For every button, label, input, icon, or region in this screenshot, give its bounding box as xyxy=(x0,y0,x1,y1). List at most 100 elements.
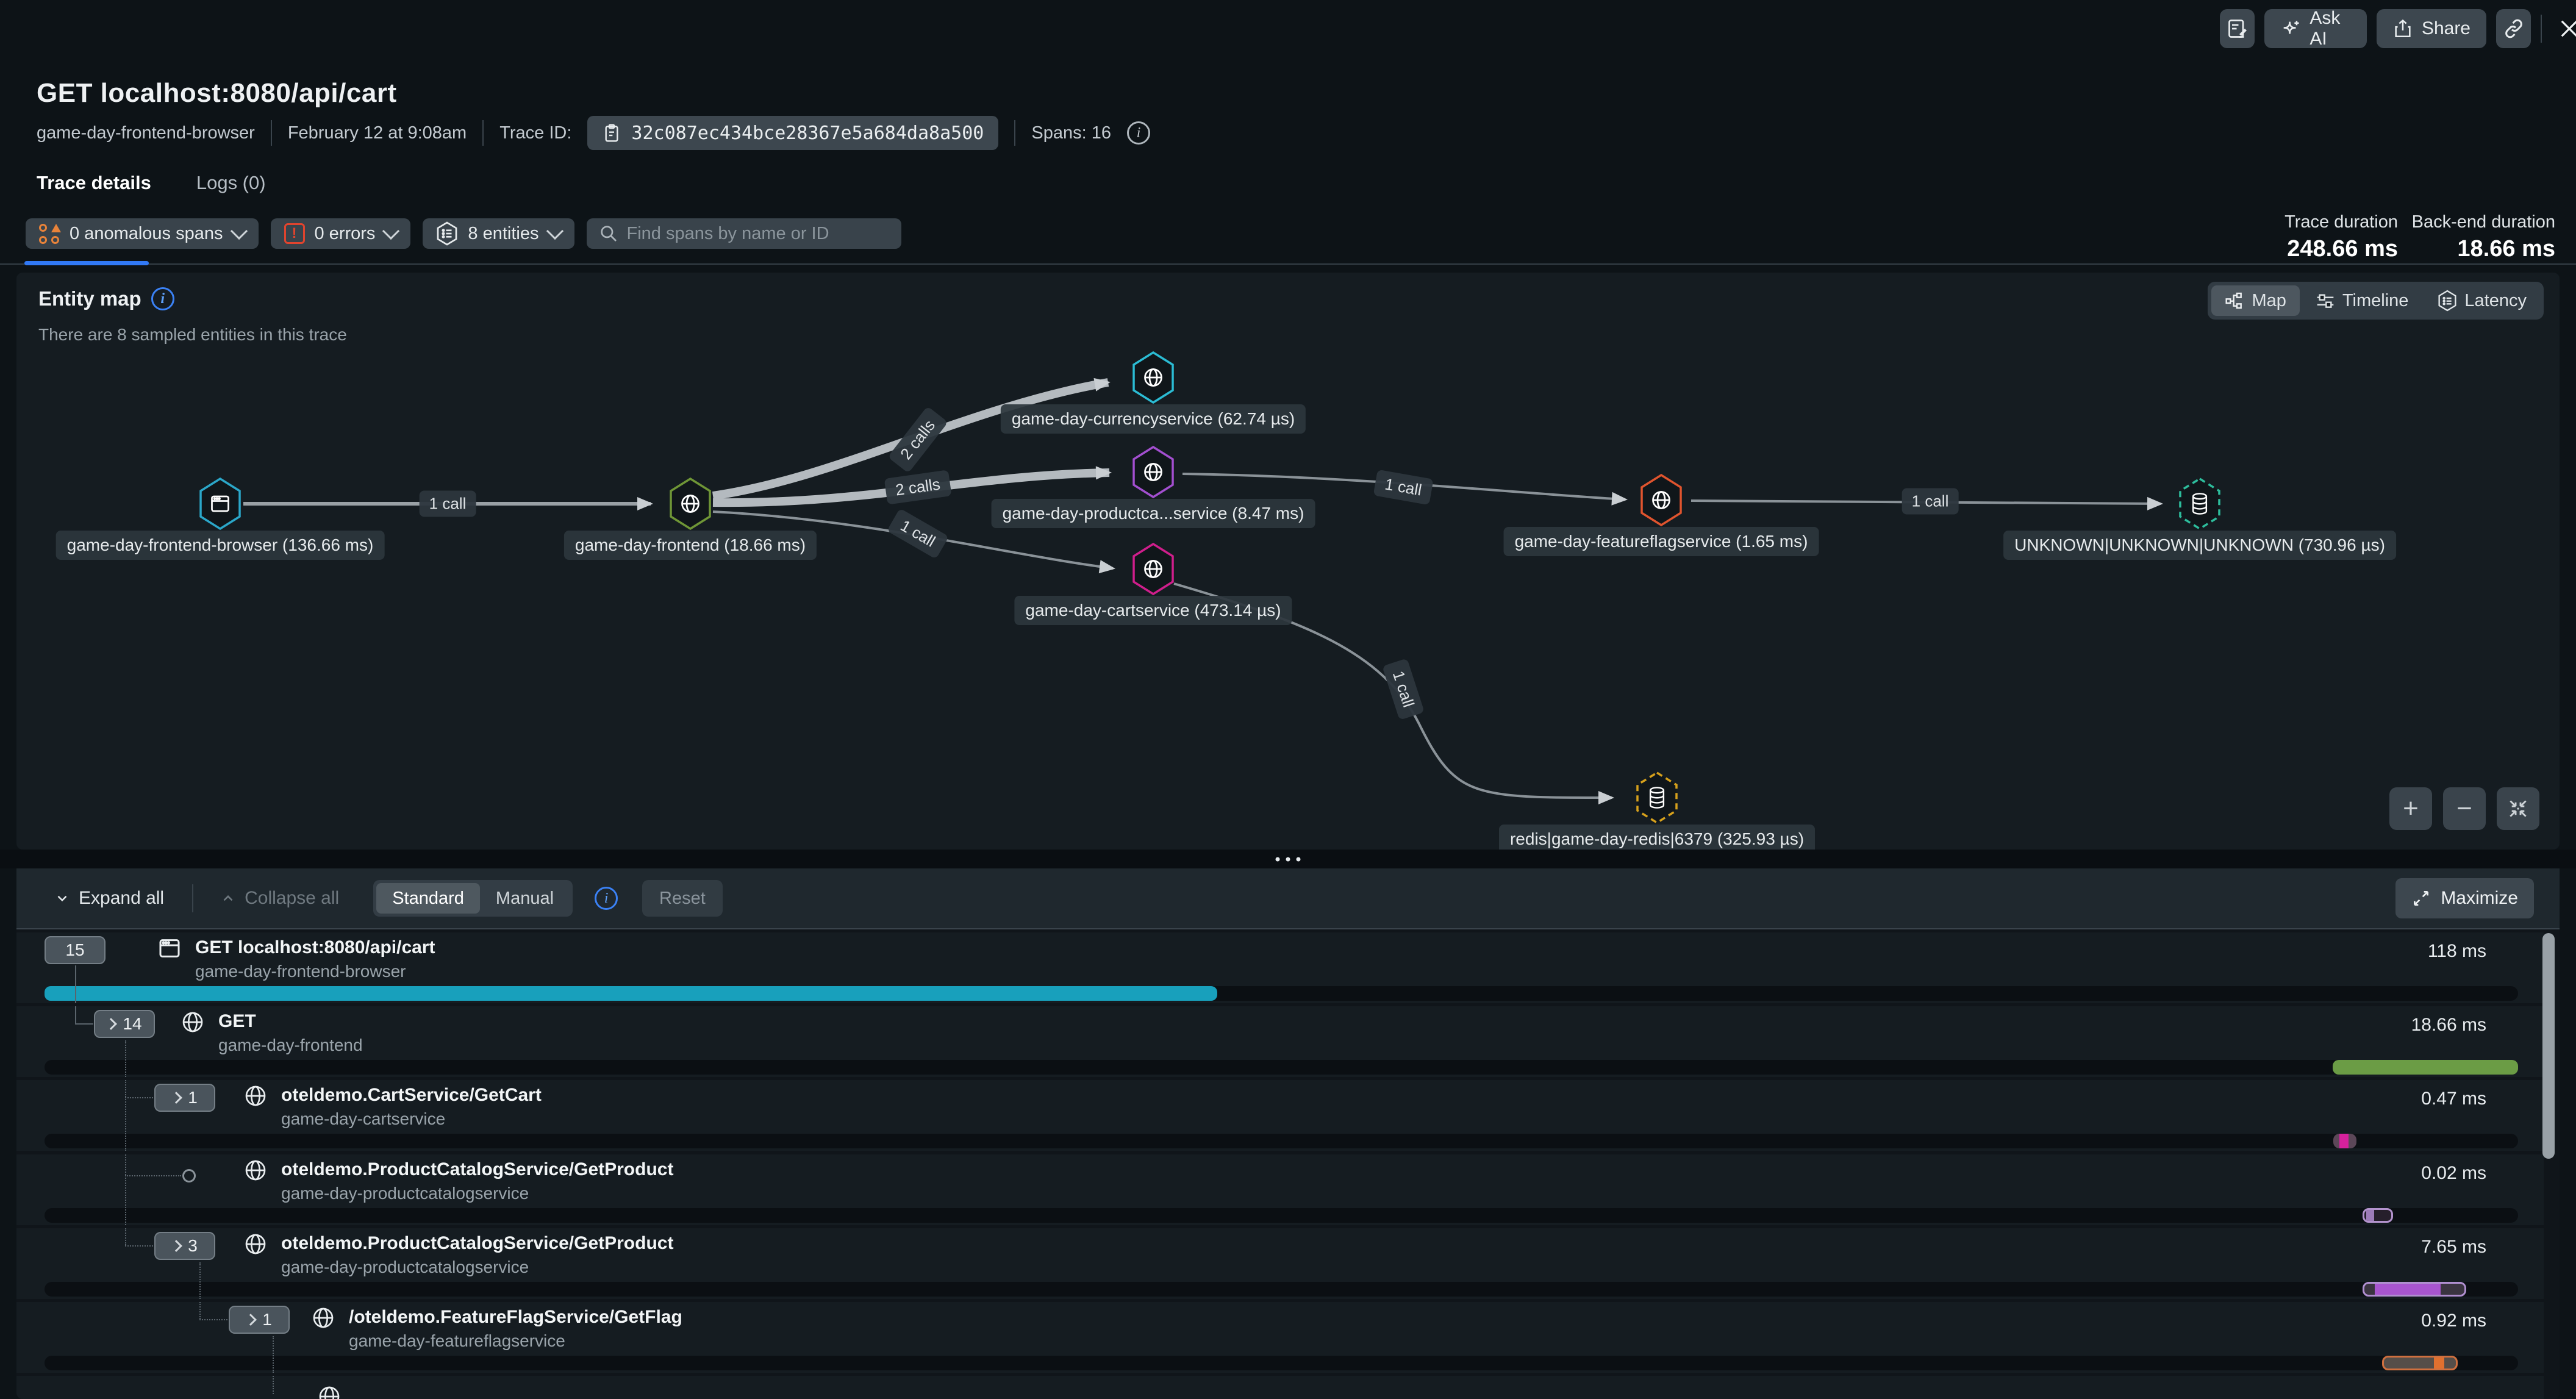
maximize-label: Maximize xyxy=(2441,888,2518,909)
entity-node-label[interactable]: game-day-productca...service (8.47 ms) xyxy=(992,499,1315,528)
tab-trace-details[interactable]: Trace details xyxy=(37,172,151,194)
mode-standard-button[interactable]: Standard xyxy=(376,883,480,914)
tree-connector xyxy=(75,965,76,1003)
waterfall-scrollbar[interactable] xyxy=(2542,933,2555,1159)
collapse-all-button[interactable]: Collapse all xyxy=(220,888,339,909)
entity-node-label[interactable]: game-day-currencyservice (62.74 µs) xyxy=(1001,404,1306,434)
entity-node-unknown-database[interactable] xyxy=(2179,478,2220,530)
badge-count: 3 xyxy=(188,1236,198,1256)
share-label: Share xyxy=(2422,18,2470,39)
browser-icon xyxy=(209,493,231,515)
spans-count: Spans: 16 xyxy=(1031,123,1111,143)
span-name[interactable]: oteldemo.CartService/GetCart xyxy=(281,1085,542,1106)
span-track xyxy=(45,1134,2518,1148)
entity-node-cartservice[interactable] xyxy=(1132,543,1174,595)
span-bar[interactable] xyxy=(2382,1356,2458,1370)
drag-handle-dots xyxy=(1276,857,1301,861)
top-actions: Ask AI Share xyxy=(2220,9,2576,48)
span-children-badge[interactable]: 1 xyxy=(154,1084,215,1112)
tab-logs[interactable]: Logs (0) xyxy=(196,172,266,194)
chevron-down-icon xyxy=(382,223,399,240)
span-children-badge[interactable]: 3 xyxy=(154,1232,215,1260)
root-service-name: game-day-frontend-browser xyxy=(37,123,255,143)
entity-node-productcatalogservice[interactable] xyxy=(1132,446,1174,498)
chevron-right-icon xyxy=(106,1018,118,1030)
span-bar[interactable] xyxy=(2333,1060,2518,1075)
span-bar[interactable] xyxy=(2333,1134,2356,1148)
span-children-badge[interactable]: 14 xyxy=(94,1010,155,1038)
spans-info-icon[interactable]: i xyxy=(1127,121,1150,145)
trace-id-chip[interactable]: 32c087ec434bce28367e5a684da8a500 xyxy=(587,116,998,150)
span-bar[interactable] xyxy=(2363,1282,2466,1297)
anomalous-spans-filter[interactable]: 0 anomalous spans xyxy=(26,218,259,249)
span-name[interactable]: GET xyxy=(218,1011,256,1032)
meta-divider xyxy=(1014,120,1015,146)
mode-info-icon[interactable]: i xyxy=(595,887,618,910)
trace-id-label: Trace ID: xyxy=(499,123,571,143)
entity-node-featureflagservice[interactable] xyxy=(1640,474,1682,526)
ask-ai-button[interactable]: Ask AI xyxy=(2264,9,2367,48)
backend-duration-value: 18.66 ms xyxy=(2412,236,2555,262)
expand-all-button[interactable]: Expand all xyxy=(54,888,164,909)
tree-connector xyxy=(125,1175,126,1225)
entity-node-label[interactable]: redis|game-day-redis|6379 (325.93 µs) xyxy=(1499,825,1815,850)
tree-connector xyxy=(199,1262,201,1299)
globe-icon xyxy=(317,1384,342,1399)
edge-call-count: 1 call xyxy=(1902,488,1959,515)
notes-button[interactable] xyxy=(2220,9,2255,48)
entity-node-label[interactable]: game-day-frontend-browser (136.66 ms) xyxy=(56,531,385,560)
badge-count: 14 xyxy=(123,1014,141,1034)
chevron-down-icon xyxy=(54,890,70,906)
entity-node-redis[interactable] xyxy=(1636,771,1678,824)
span-name[interactable]: GET localhost:8080/api/cart xyxy=(195,937,435,958)
globe-icon xyxy=(243,1084,268,1108)
map-zoom-out-button[interactable]: − xyxy=(2443,787,2486,830)
entity-node-frontend[interactable] xyxy=(670,478,711,530)
search-input[interactable] xyxy=(627,224,889,244)
panel-resize-handle[interactable] xyxy=(0,850,2576,868)
span-duration: 18.66 ms xyxy=(2411,1015,2486,1036)
clipboard-icon xyxy=(602,123,621,143)
chevron-right-icon xyxy=(170,1092,182,1104)
span-row: 3 oteldemo.ProductCatalogService/GetProd… xyxy=(16,1228,2544,1299)
trace-duration-block: Trace duration 248.66 ms xyxy=(2284,212,2398,262)
mode-manual-button[interactable]: Manual xyxy=(480,883,570,914)
entity-node-label[interactable]: game-day-frontend (18.66 ms) xyxy=(564,531,817,560)
map-fit-view-button[interactable] xyxy=(2497,787,2539,830)
anomalous-spans-icon xyxy=(39,224,60,244)
globe-icon xyxy=(1650,489,1672,511)
span-duration: 118 ms xyxy=(2428,941,2486,962)
span-service: game-day-frontend-browser xyxy=(195,962,406,981)
entity-node-label[interactable]: game-day-featureflagservice (1.65 ms) xyxy=(1504,527,1819,556)
span-children-badge[interactable]: 15 xyxy=(45,936,106,964)
badge-count: 15 xyxy=(65,940,84,960)
span-name[interactable]: oteldemo.ProductCatalogService/GetProduc… xyxy=(281,1159,673,1180)
errors-label: 0 errors xyxy=(315,224,376,244)
errors-filter[interactable]: ! 0 errors xyxy=(271,218,411,249)
entity-node-currencyservice[interactable] xyxy=(1132,351,1174,404)
entity-node-frontend-browser[interactable] xyxy=(199,478,241,530)
entity-node-label[interactable]: UNKNOWN|UNKNOWN|UNKNOWN (730.96 µs) xyxy=(2003,531,2396,560)
maximize-button[interactable]: Maximize xyxy=(2395,878,2534,918)
map-zoom-in-button[interactable]: + xyxy=(2389,787,2432,830)
share-button[interactable]: Share xyxy=(2377,9,2486,48)
close-button[interactable] xyxy=(2552,16,2576,41)
trace-duration-value: 248.66 ms xyxy=(2284,236,2398,262)
span-duration: 0.92 ms xyxy=(2421,1311,2486,1331)
notes-icon xyxy=(2227,18,2249,40)
tree-connector xyxy=(125,1080,126,1097)
span-bar[interactable] xyxy=(45,986,1217,1001)
reset-button[interactable]: Reset xyxy=(642,880,723,917)
entities-filter[interactable]: 8 entities xyxy=(423,218,574,249)
span-track xyxy=(45,1060,2518,1075)
span-name[interactable]: oteldemo.ProductCatalogService/GetProduc… xyxy=(281,1233,673,1254)
span-bar[interactable] xyxy=(2363,1208,2393,1223)
entity-node-label[interactable]: game-day-cartservice (473.14 µs) xyxy=(1014,596,1292,625)
span-children-badge[interactable]: 1 xyxy=(229,1306,290,1334)
copy-link-button[interactable] xyxy=(2496,9,2531,48)
entities-icon xyxy=(436,221,458,246)
span-duration: 7.65 ms xyxy=(2421,1237,2486,1258)
errors-icon: ! xyxy=(284,223,305,244)
reset-label: Reset xyxy=(659,889,706,909)
span-name[interactable]: /oteldemo.FeatureFlagService/GetFlag xyxy=(349,1307,682,1328)
